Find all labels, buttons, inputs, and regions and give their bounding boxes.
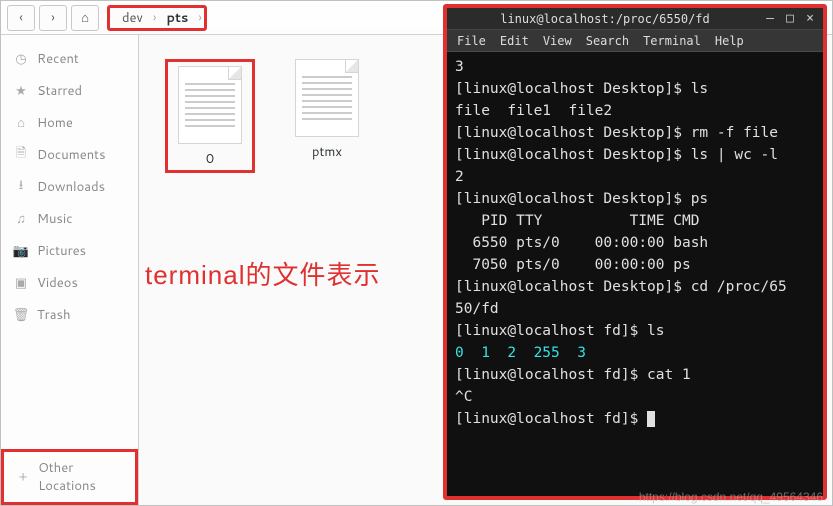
sidebar-item-label: Trash xyxy=(37,306,71,324)
term-line: PID TTY TIME CMD xyxy=(455,213,699,229)
sidebar-item-label: Documents xyxy=(37,146,106,164)
annotation-box-file-0: 0 xyxy=(165,59,255,173)
file-label: ptmx xyxy=(312,143,342,161)
star-icon: ★ xyxy=(13,83,29,99)
term-line: [linux@localhost Desktop]$ ls | wc -l xyxy=(455,147,778,163)
sidebar-item-label: Recent xyxy=(37,50,79,68)
breadcrumb: dev › pts › xyxy=(107,5,207,31)
sidebar-item-videos[interactable]: ▣ Videos xyxy=(1,267,138,299)
sidebar-item-other-locations[interactable]: + Other Locations xyxy=(1,449,138,505)
term-line: 6550 pts/0 00:00:00 bash xyxy=(455,235,708,251)
menu-search[interactable]: Search xyxy=(586,34,629,48)
trash-icon: 🗑 xyxy=(13,307,29,323)
camera-icon: 📷 xyxy=(13,243,29,259)
term-line: [linux@localhost Desktop]$ cd /proc/65 xyxy=(455,279,787,295)
sidebar-item-starred[interactable]: ★ Starred xyxy=(1,75,138,107)
term-line: [linux@localhost fd]$ xyxy=(455,411,647,427)
terminal-body[interactable]: 3 [linux@localhost Desktop]$ ls file fil… xyxy=(447,52,823,496)
download-icon: ⭳ xyxy=(13,179,29,195)
sidebar-item-label: Music xyxy=(37,210,73,228)
clock-icon: ◷ xyxy=(13,51,29,67)
music-icon: ♫ xyxy=(13,211,29,227)
close-button[interactable]: × xyxy=(803,12,817,26)
minimize-button[interactable]: – xyxy=(763,12,777,26)
sidebar-item-label: Videos xyxy=(37,274,78,292)
document-icon: 🗎 xyxy=(13,147,29,163)
sidebar-item-trash[interactable]: 🗑 Trash xyxy=(1,299,138,331)
file-item-0[interactable]: 0 xyxy=(178,66,242,168)
term-line: file file1 file2 xyxy=(455,103,612,119)
term-line: 7050 pts/0 00:00:00 ps xyxy=(455,257,691,273)
menu-view[interactable]: View xyxy=(543,34,572,48)
sidebar-item-label: Pictures xyxy=(37,242,86,260)
home-button[interactable]: ⌂ xyxy=(71,5,99,31)
menu-edit[interactable]: Edit xyxy=(500,34,529,48)
menu-file[interactable]: File xyxy=(457,34,486,48)
term-line: [linux@localhost Desktop]$ ps xyxy=(455,191,708,207)
menu-help[interactable]: Help xyxy=(715,34,744,48)
breadcrumb-seg-dev[interactable]: dev xyxy=(112,8,153,28)
term-line: [linux@localhost Desktop]$ ls xyxy=(455,81,708,97)
home-icon: ⌂ xyxy=(81,9,89,27)
sidebar-item-label: Home xyxy=(37,114,73,132)
breadcrumb-sep-icon: › xyxy=(198,9,202,27)
sidebar-item-downloads[interactable]: ⭳ Downloads xyxy=(1,171,138,203)
sidebar-item-label: Downloads xyxy=(37,178,105,196)
watermark: https://blog.csdn.net/qq_49564346 xyxy=(639,490,823,504)
chevron-left-icon: ‹ xyxy=(19,9,23,27)
terminal-titlebar[interactable]: linux@localhost:/proc/6550/fd – □ × xyxy=(447,8,823,30)
term-line: ^C xyxy=(455,389,472,405)
sidebar: ◷ Recent ★ Starred ⌂ Home 🗎 Documents ⭳ Downl… xyxy=(1,35,139,505)
term-line: 0 1 2 255 3 xyxy=(455,345,586,361)
video-icon: ▣ xyxy=(13,275,29,291)
sidebar-item-music[interactable]: ♫ Music xyxy=(1,203,138,235)
forward-button[interactable]: › xyxy=(39,5,67,31)
maximize-button[interactable]: □ xyxy=(783,12,797,26)
term-line: [linux@localhost fd]$ cat 1 xyxy=(455,367,691,383)
sidebar-item-label: Other Locations xyxy=(38,459,123,495)
back-button[interactable]: ‹ xyxy=(7,5,35,31)
menu-terminal[interactable]: Terminal xyxy=(643,34,701,48)
sidebar-item-home[interactable]: ⌂ Home xyxy=(1,107,138,139)
terminal-menubar: File Edit View Search Terminal Help xyxy=(447,30,823,52)
text-file-icon xyxy=(295,59,359,137)
term-line: [linux@localhost Desktop]$ rm -f file xyxy=(455,125,778,141)
terminal-window: linux@localhost:/proc/6550/fd – □ × File… xyxy=(443,4,827,500)
chevron-right-icon: › xyxy=(51,9,55,27)
term-line: [linux@localhost fd]$ ls xyxy=(455,323,665,339)
sidebar-item-recent[interactable]: ◷ Recent xyxy=(1,43,138,75)
term-line: 3 xyxy=(455,59,464,75)
cursor-icon xyxy=(647,411,655,427)
file-label: 0 xyxy=(206,150,214,168)
file-item-ptmx[interactable]: ptmx xyxy=(295,59,359,161)
annotation-text: terminal的文件表示 xyxy=(145,255,380,292)
home-icon: ⌂ xyxy=(13,115,29,131)
sidebar-item-documents[interactable]: 🗎 Documents xyxy=(1,139,138,171)
text-file-icon xyxy=(178,66,242,144)
plus-icon: + xyxy=(16,469,30,485)
breadcrumb-seg-pts[interactable]: pts xyxy=(156,8,198,28)
term-line: 2 xyxy=(455,169,464,185)
term-line: 50/fd xyxy=(455,301,499,317)
terminal-title: linux@localhost:/proc/6550/fd xyxy=(453,12,757,26)
sidebar-item-label: Starred xyxy=(37,82,82,100)
sidebar-item-pictures[interactable]: 📷 Pictures xyxy=(1,235,138,267)
